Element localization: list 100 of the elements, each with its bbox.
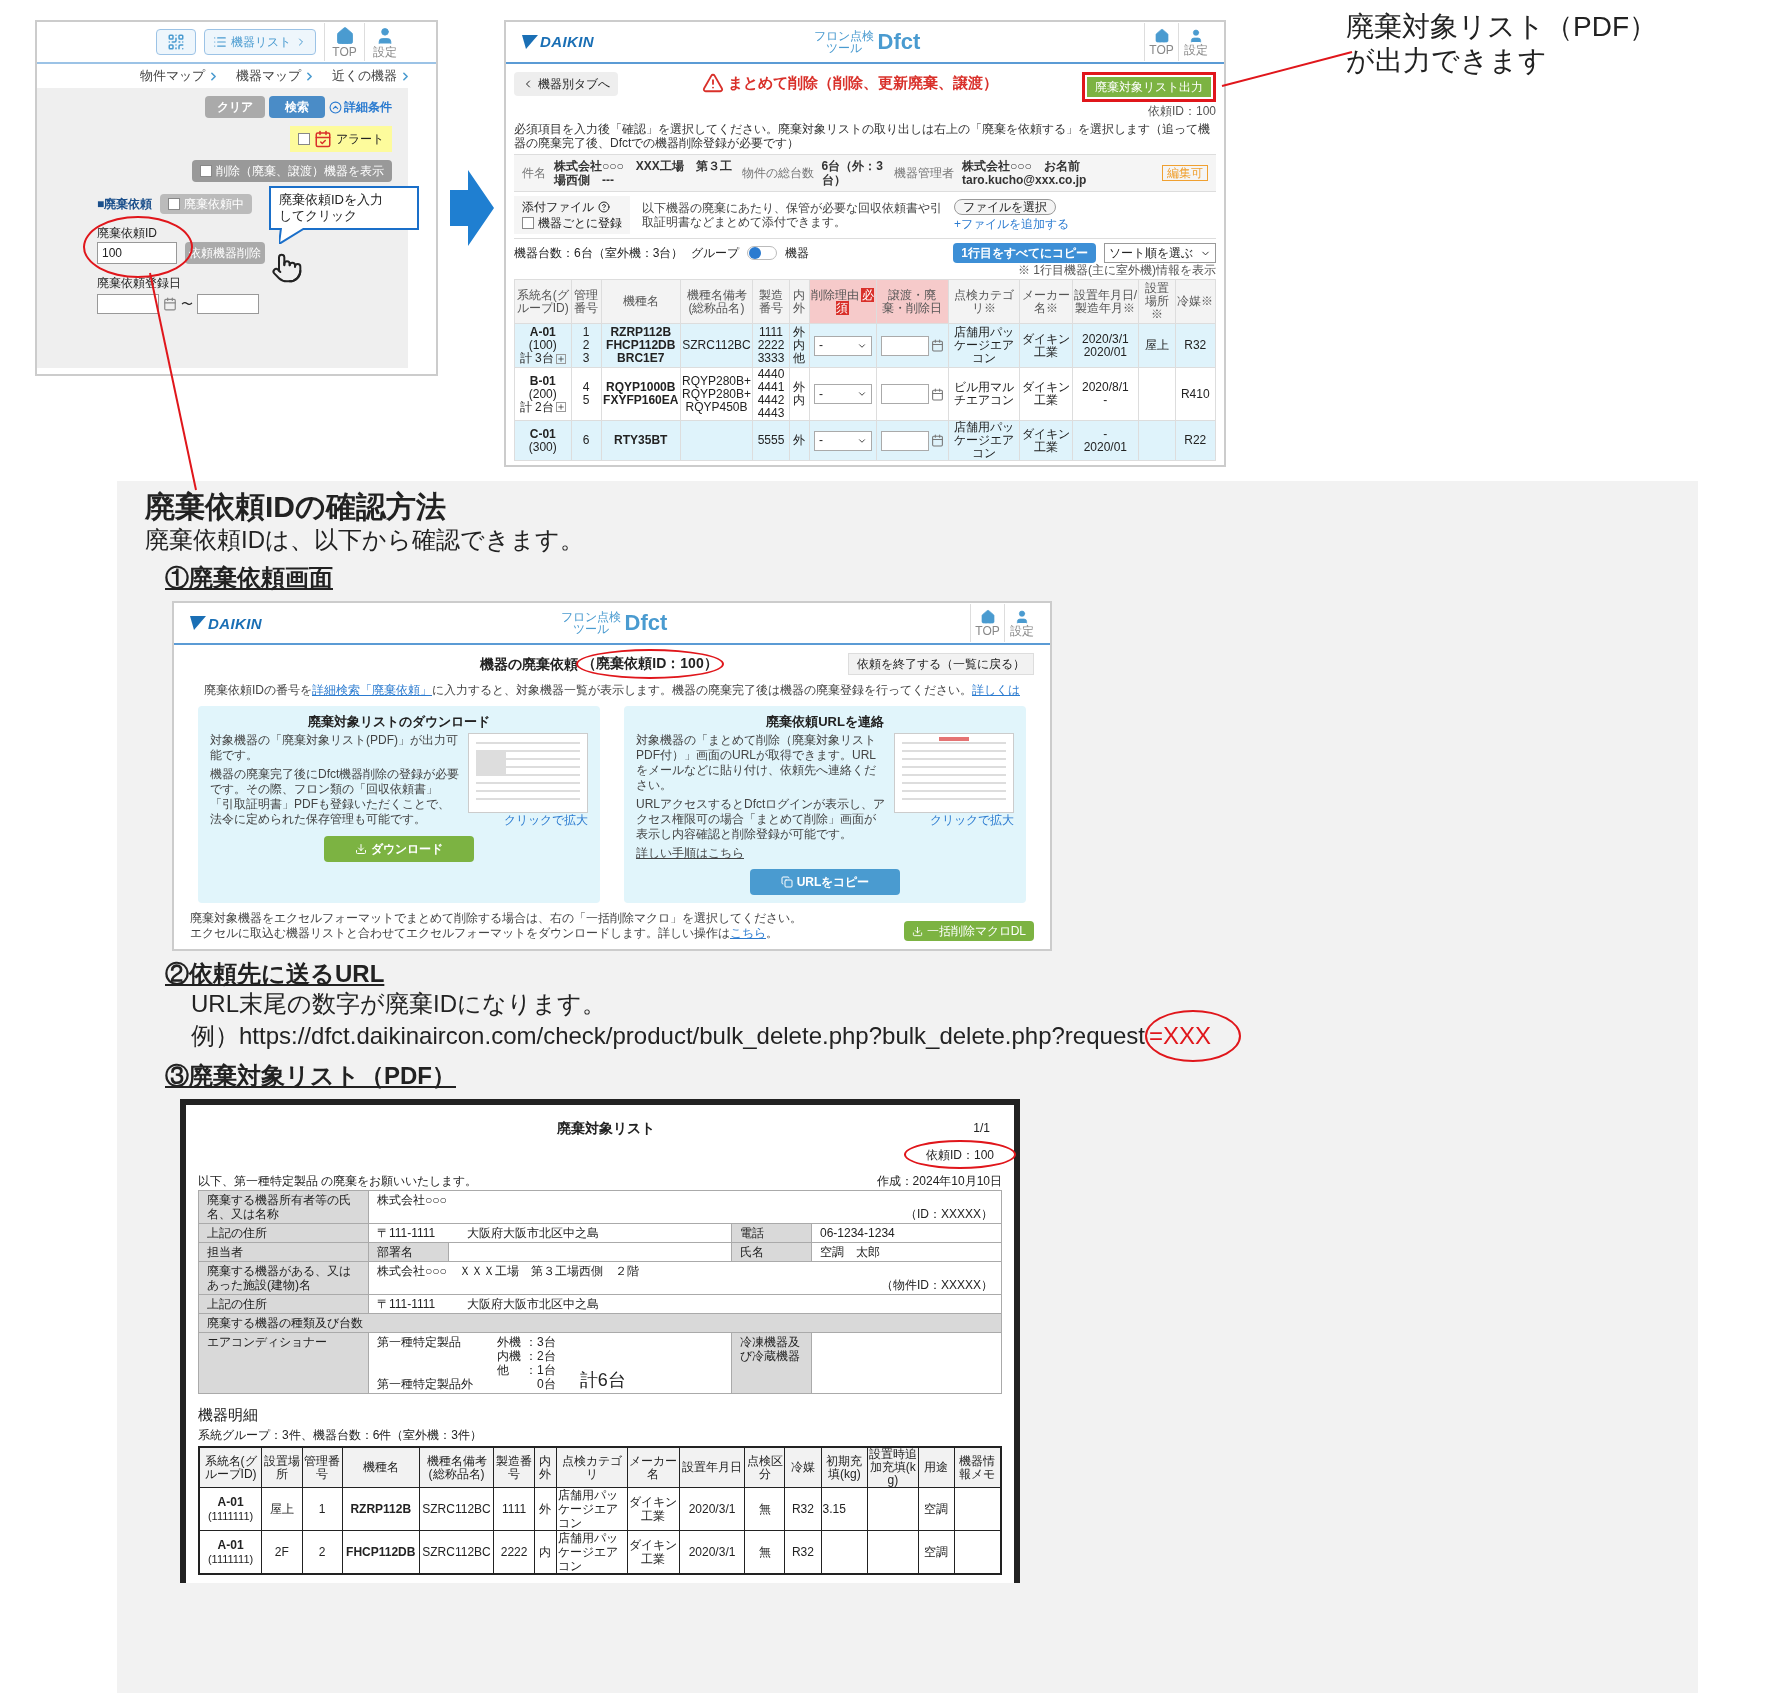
table-cell-text: 外機 — [497, 1335, 522, 1349]
copy-icon — [780, 876, 793, 888]
range-separator: 〜 — [181, 297, 193, 311]
section-title: ②依頼先に送るURL — [165, 959, 385, 989]
checkbox[interactable] — [298, 133, 310, 145]
table-cell: 屋上 — [261, 1487, 302, 1531]
install-dates: - 2020/01 — [1082, 427, 1128, 454]
sort-note: ※ 1行目機器(主に室外機)情報を表示 — [1017, 263, 1216, 277]
table-cell: 店舗用パッケージエアコン — [948, 420, 1020, 461]
table-cell-text: （ID：XXXXX） — [903, 1207, 993, 1221]
app-name: Dfct — [877, 31, 921, 53]
reason-select[interactable]: - — [813, 384, 872, 404]
nav-link[interactable]: 機器マップ — [236, 69, 316, 83]
checkbox[interactable] — [200, 165, 212, 177]
macro-note: 廃棄対象機器をエクセルフォーマットでまとめて削除する場合は、右の「一括削除マクロ」を選択してください。 エクセルに取込む機器リストと合わせてエクセルフォーマットをダウンロードします。詳しい操作はこちら。 — [190, 911, 802, 941]
group-total: 計 3台 — [519, 352, 554, 365]
table-cell: R32 — [1175, 323, 1216, 368]
export-list-button[interactable]: 廃棄対象リスト出力 — [1087, 77, 1211, 97]
serial-numbers: 4440 4441 4442 4443 — [756, 368, 786, 420]
qr-button[interactable] — [156, 29, 196, 55]
table-cell-text: 第一種特定製品 — [377, 1335, 462, 1349]
top-button[interactable]: TOP — [970, 604, 1004, 642]
show-deleted-toggle[interactable]: 削除（廃棄、譲渡）機器を表示 — [192, 160, 392, 182]
app-subtitle: フロン点検 ツール — [560, 611, 621, 635]
date-field[interactable] — [97, 294, 159, 314]
column-header: 製造番号 — [493, 1447, 535, 1488]
info-label: 機器管理者 — [894, 166, 955, 180]
date-field[interactable] — [880, 335, 929, 356]
table-cell: R410 — [1175, 367, 1216, 421]
sort-select[interactable]: ソート順を選ぶ — [1104, 243, 1216, 263]
date-field[interactable] — [880, 430, 929, 451]
date-field[interactable] — [197, 294, 259, 314]
column-header: 譲渡・廃棄・削除日 — [876, 279, 949, 324]
procedure-link[interactable]: 詳しい手順はこちら — [636, 846, 886, 861]
group-total: 計 2台 — [519, 400, 554, 414]
table-cell: R32 — [784, 1487, 822, 1531]
nav-link[interactable]: 近くの機器 — [332, 69, 412, 83]
url-note: URL末尾の数字が廃棄IDになります。 — [191, 989, 606, 1019]
warning-icon — [702, 72, 724, 94]
indoor-outdoor: 外 内 他 — [792, 326, 807, 365]
field-label: 廃棄依頼ID — [97, 226, 158, 240]
column-header: 設置時追加充填(kg) — [867, 1447, 919, 1488]
pointing-hand-icon — [271, 252, 303, 284]
table-cell: 外 — [534, 1487, 557, 1531]
column-header: 削除理由 必須 — [809, 279, 877, 324]
column-header: 管理番号 — [302, 1447, 343, 1488]
app-name: Dfct — [624, 612, 668, 634]
guide-heading: 廃棄依頼IDの確認方法 — [145, 489, 446, 525]
settings-button[interactable]: 設定 — [1178, 23, 1212, 61]
table-cell: ビル用マルチエアコン — [948, 367, 1020, 421]
settings-button[interactable]: 設定 — [364, 23, 404, 61]
details-link[interactable]: 詳しくは — [972, 683, 1020, 697]
back-button[interactable]: 機器別タブへ — [514, 72, 618, 96]
device-count: 機器台数：6台（室外機：3台） — [514, 246, 684, 260]
date-field[interactable] — [880, 384, 929, 404]
url-id-text: =XXX — [1148, 1022, 1211, 1049]
reason-select[interactable]: - — [813, 335, 872, 356]
search-button[interactable]: 検索 — [269, 96, 325, 118]
clear-button[interactable]: クリア — [205, 96, 265, 118]
table-cell: ダイキン工業 — [627, 1487, 680, 1531]
calendar-icon — [930, 387, 944, 401]
view-toggle[interactable] — [747, 246, 778, 260]
table-cell-text: 株式会社○○○ ＸＸＸ工場 第３工場西側 ２階 — [377, 1264, 640, 1278]
checkbox[interactable] — [522, 217, 534, 229]
top-button[interactable]: TOP — [324, 23, 364, 61]
card-text: URLアクセスするとDfctログインが表示し、アクセス権限可の場合「まとめて削除」画面が表示し内容確認と削除登録が可能です。 — [636, 797, 886, 842]
checkbox[interactable] — [168, 198, 181, 210]
install-dates: 2020/3/1 2020/01 — [1080, 332, 1130, 359]
enlarge-link[interactable]: クリックで拡大 — [930, 813, 1014, 828]
table-cell: 店舗用パッケージエアコン — [556, 1530, 628, 1574]
column-header: 管理番号 — [571, 279, 602, 324]
search-link[interactable]: 詳細検索「廃棄依頼」 — [312, 683, 432, 697]
table-cell: 店舗用パッケージエアコン — [948, 323, 1020, 368]
group-name: B-01 — [528, 374, 557, 388]
top-button[interactable]: TOP — [1144, 23, 1178, 61]
expand-icon — [555, 402, 566, 412]
here-link[interactable]: こちら — [730, 926, 766, 940]
home-icon — [979, 608, 996, 625]
add-file-link[interactable]: +ファイルを追加する — [954, 217, 1069, 231]
calendar-icon — [163, 297, 177, 311]
end-request-button[interactable]: 依頼を終了する（一覧に戻る） — [848, 653, 1034, 675]
device-list-button[interactable]: 機器リスト — [204, 29, 316, 55]
settings-button[interactable]: 設定 — [1004, 604, 1038, 642]
download-button[interactable]: ダウンロード — [324, 836, 474, 862]
page-title: 機器の廃棄依頼 — [480, 656, 579, 672]
choose-file-button[interactable]: ファイルを選択 — [954, 199, 1056, 215]
macro-download-button[interactable]: 一括削除マクロDL — [903, 921, 1034, 941]
reason-select[interactable]: - — [813, 430, 872, 451]
enlarge-link[interactable]: クリックで拡大 — [504, 813, 588, 828]
nav-link[interactable]: 物件マップ — [140, 69, 220, 83]
card-text: 対象機器の「まとめて削除（廃棄対象リストPDF付）」画面のURLが取得できます。URLをメールなどに貼り付け、依頼先へ連絡ください。 — [636, 733, 877, 793]
copy-url-button[interactable]: URLをコピー — [750, 869, 900, 895]
copy-first-row-button[interactable]: 1行目をすべてにコピー — [953, 243, 1096, 263]
request-id-field[interactable]: 100 — [97, 242, 177, 264]
right-arrow-icon — [450, 170, 494, 246]
detail-conditions-link[interactable]: 詳細条件 — [329, 100, 392, 114]
request-id-text: 依頼ID：100 — [925, 1148, 994, 1162]
column-header: 用途 — [918, 1447, 955, 1488]
toggle-label: グループ — [691, 246, 740, 260]
page-title: まとめて削除（削除、更新廃棄、譲渡） — [728, 76, 998, 90]
